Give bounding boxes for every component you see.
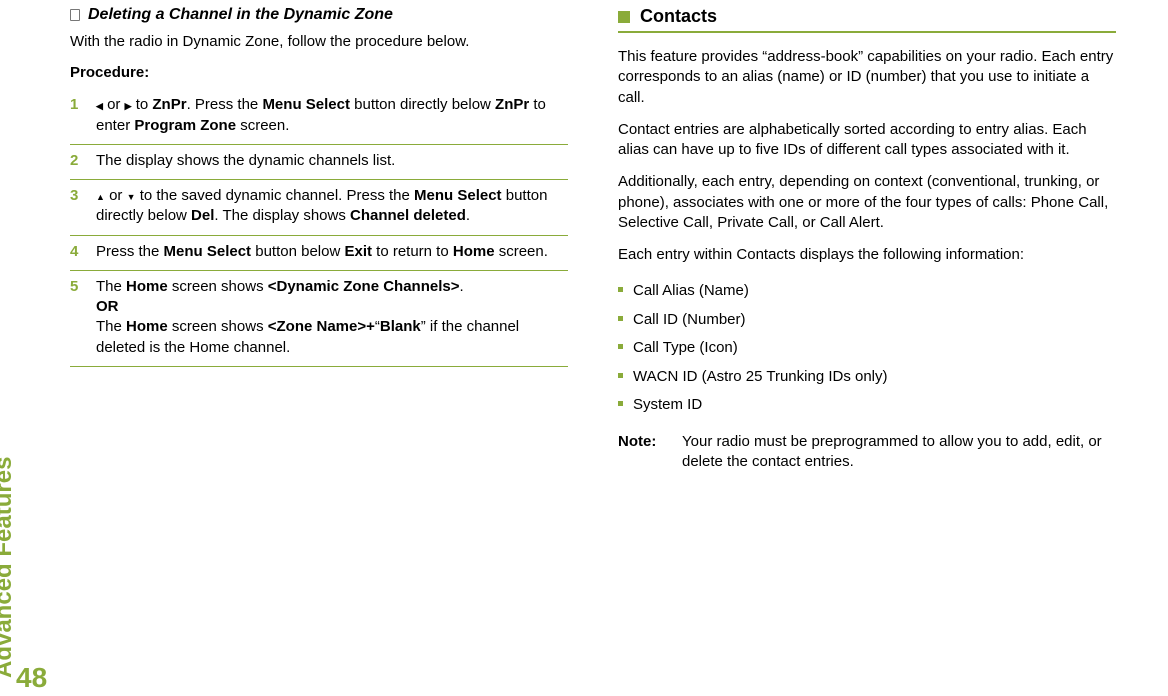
- label-exit: Exit: [344, 243, 372, 260]
- label-home: Home: [126, 318, 168, 335]
- page-number: 48: [16, 662, 47, 694]
- step-body: or to ZnPr. Press the Menu Select button…: [96, 95, 568, 136]
- step-1: 1 or to ZnPr. Press the Menu Select butt…: [70, 89, 568, 145]
- label-or: OR: [96, 298, 119, 315]
- label-menu-select: Menu Select: [164, 243, 252, 260]
- right-column: Contacts This feature provides “address-…: [618, 6, 1116, 686]
- t: or: [105, 187, 127, 204]
- bullet-icon: [618, 316, 623, 321]
- t: or: [103, 96, 125, 113]
- step-num: 4: [70, 242, 82, 262]
- t: button below: [251, 243, 344, 260]
- list-text: Call Alias (Name): [633, 280, 749, 303]
- t: .: [466, 207, 470, 224]
- t: button directly below: [350, 96, 495, 113]
- intro-text: With the radio in Dynamic Zone, follow t…: [70, 32, 568, 52]
- step-2: 2 The display shows the dynamic channels…: [70, 145, 568, 180]
- t: . The display shows: [214, 207, 350, 224]
- document-icon: [70, 9, 80, 21]
- list-text: System ID: [633, 394, 702, 417]
- page: Advanced Features 48 Deleting a Channel …: [0, 0, 1168, 696]
- square-bullet-icon: [618, 11, 630, 23]
- step-num: 1: [70, 95, 82, 136]
- subsection-heading: Deleting a Channel in the Dynamic Zone: [70, 6, 568, 24]
- step-body: The display shows the dynamic channels l…: [96, 151, 395, 171]
- step-num: 5: [70, 277, 82, 358]
- list-item: Call Alias (Name): [618, 277, 1116, 306]
- step-3: 3 or to the saved dynamic channel. Press…: [70, 180, 568, 236]
- note: Note: Your radio must be preprogrammed t…: [618, 432, 1116, 473]
- paragraph: Each entry within Contacts displays the …: [618, 245, 1116, 265]
- label-zone-name: <Zone Name>+: [268, 318, 375, 335]
- t: to the saved dynamic channel. Press the: [136, 187, 415, 204]
- label-menu-select: Menu Select: [414, 187, 502, 204]
- bullet-icon: [618, 373, 623, 378]
- step-num: 3: [70, 186, 82, 227]
- t: screen.: [236, 117, 289, 134]
- label-program-zone: Program Zone: [134, 117, 236, 134]
- list-item: Call Type (Icon): [618, 334, 1116, 363]
- step-num: 2: [70, 151, 82, 171]
- t: to: [132, 96, 153, 113]
- t: . Press the: [187, 96, 263, 113]
- procedure-label: Procedure:: [70, 64, 568, 81]
- list-item: Call ID (Number): [618, 306, 1116, 335]
- left-column: Deleting a Channel in the Dynamic Zone W…: [70, 6, 568, 686]
- section-title: Contacts: [640, 6, 717, 27]
- label-home: Home: [453, 243, 495, 260]
- label-blank: Blank: [380, 318, 421, 335]
- list-item: System ID: [618, 391, 1116, 420]
- t: The: [96, 278, 126, 295]
- label-channel-deleted: Channel deleted: [350, 207, 466, 224]
- step-body: or to the saved dynamic channel. Press t…: [96, 186, 568, 227]
- up-arrow-icon: [96, 188, 105, 204]
- list-item: WACN ID (Astro 25 Trunking IDs only): [618, 363, 1116, 392]
- t: to return to: [372, 243, 453, 260]
- right-arrow-icon: [125, 97, 132, 113]
- label-del: Del: [191, 207, 214, 224]
- label-menu-select: Menu Select: [262, 96, 350, 113]
- section-heading: Contacts: [618, 6, 1116, 33]
- t: Press the: [96, 243, 164, 260]
- t: screen shows: [168, 278, 268, 295]
- bullet-icon: [618, 287, 623, 292]
- note-label: Note:: [618, 432, 662, 473]
- list-text: Call ID (Number): [633, 309, 746, 332]
- bullet-icon: [618, 401, 623, 406]
- label-znpr-2: ZnPr: [495, 96, 529, 113]
- info-bullet-list: Call Alias (Name) Call ID (Number) Call …: [618, 277, 1116, 420]
- down-arrow-icon: [127, 188, 136, 204]
- subsection-title: Deleting a Channel in the Dynamic Zone: [88, 6, 393, 24]
- paragraph: This feature provides “address-book” cap…: [618, 47, 1116, 108]
- label-znpr: ZnPr: [152, 96, 186, 113]
- t: screen.: [495, 243, 548, 260]
- list-text: WACN ID (Astro 25 Trunking IDs only): [633, 366, 888, 389]
- t: .: [459, 278, 463, 295]
- paragraph: Contact entries are alphabetically sorte…: [618, 120, 1116, 161]
- t: The: [96, 318, 126, 335]
- list-text: Call Type (Icon): [633, 337, 738, 360]
- procedure-steps: 1 or to ZnPr. Press the Menu Select butt…: [70, 89, 568, 367]
- step-body: Press the Menu Select button below Exit …: [96, 242, 548, 262]
- left-arrow-icon: [96, 97, 103, 113]
- bullet-icon: [618, 344, 623, 349]
- label-home: Home: [126, 278, 168, 295]
- step-body: The Home screen shows <Dynamic Zone Chan…: [96, 277, 568, 358]
- paragraph: Additionally, each entry, depending on c…: [618, 172, 1116, 233]
- t: screen shows: [168, 318, 268, 335]
- step-5: 5 The Home screen shows <Dynamic Zone Ch…: [70, 271, 568, 367]
- step-4: 4 Press the Menu Select button below Exi…: [70, 236, 568, 271]
- side-tab-label: Advanced Features: [0, 457, 18, 678]
- label-dynamic-zone-channels: <Dynamic Zone Channels>: [268, 278, 460, 295]
- note-text: Your radio must be preprogrammed to allo…: [682, 432, 1116, 473]
